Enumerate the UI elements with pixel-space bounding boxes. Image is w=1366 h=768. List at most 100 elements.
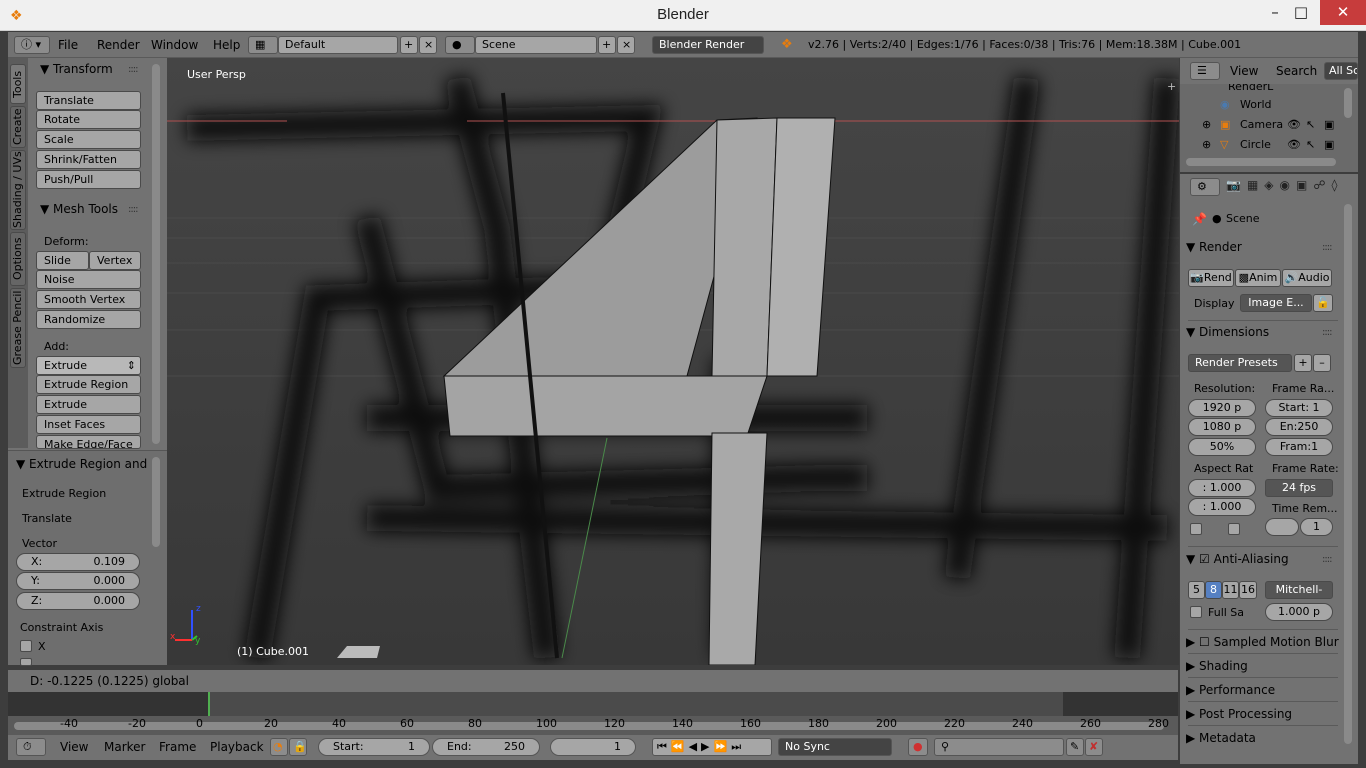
editor-type-outliner-icon[interactable]: ☰ xyxy=(1190,62,1220,80)
scene-icon[interactable]: ● xyxy=(445,36,475,54)
push-pull-button[interactable]: Push/Pull xyxy=(36,170,141,189)
resolution-x-field[interactable]: 1920 p xyxy=(1188,399,1256,417)
sampled-motion-blur-panel-header[interactable]: ▶ ☐ Sampled Motion Blur xyxy=(1186,635,1339,649)
layout-field[interactable]: Default xyxy=(278,36,398,54)
post-processing-panel-header[interactable]: ▶ Post Processing xyxy=(1186,707,1292,721)
render-animation-button[interactable]: ▩Anim xyxy=(1235,269,1281,287)
shrink-fatten-button[interactable]: Shrink/Fatten xyxy=(36,150,141,169)
tab-create[interactable]: Create xyxy=(10,106,26,148)
layout-remove-icon[interactable]: × xyxy=(419,36,437,54)
outliner-menu-view[interactable]: View xyxy=(1230,64,1258,78)
outliner-item-camera[interactable]: Camera xyxy=(1240,118,1283,131)
operator-panel-header[interactable]: ▼ Extrude Region and xyxy=(16,457,147,471)
tab-tools[interactable]: Tools xyxy=(10,64,26,104)
full-sample-checkbox[interactable] xyxy=(1190,606,1202,618)
remove-preset-icon[interactable]: – xyxy=(1313,354,1331,372)
start-frame-field[interactable]: Start: 1 xyxy=(318,738,430,756)
lock-interface-icon[interactable]: 🔓 xyxy=(1313,294,1333,312)
display-mode-select[interactable]: All Sc xyxy=(1324,62,1358,80)
drag-handle-icon[interactable]: :::: xyxy=(1322,554,1333,565)
outliner-item-renderlayers[interactable]: RenderL xyxy=(1228,84,1273,93)
keyframe-type-icon[interactable]: ◔ xyxy=(270,738,288,756)
resolution-percent-slider[interactable]: 50% xyxy=(1188,438,1256,456)
anti-aliasing-panel-header[interactable]: ▼ ☑ Anti-Aliasing xyxy=(1186,552,1289,566)
drag-handle-icon[interactable]: :::: xyxy=(1322,242,1333,253)
timeline-menu-playback[interactable]: Playback xyxy=(210,740,264,754)
properties-context-tabs[interactable]: 📷▦◈◉▣☍◊ xyxy=(1226,178,1358,198)
scale-button[interactable]: Scale xyxy=(36,130,141,149)
visibility-eye-icon[interactable]: 👁 xyxy=(1287,138,1301,151)
filter-size-field[interactable]: 1.000 p xyxy=(1265,603,1333,621)
maximize-button[interactable]: □ xyxy=(1286,0,1316,25)
insert-keyframe-icon[interactable]: ✎ xyxy=(1066,738,1084,756)
extrude-select[interactable]: Extrude ⇕ xyxy=(36,356,141,375)
layout-screen-icon[interactable]: ▦ xyxy=(248,36,278,54)
outliner-item-world[interactable]: World xyxy=(1240,98,1272,111)
time-remap-old-field[interactable] xyxy=(1265,518,1299,536)
sync-mode-select[interactable]: No Sync xyxy=(778,738,892,756)
editor-type-properties-icon[interactable]: ⚙ xyxy=(1190,178,1220,196)
constraint-x-checkbox[interactable] xyxy=(20,640,32,652)
current-frame-marker[interactable] xyxy=(208,692,210,716)
transform-panel-header[interactable]: ▼ Transform xyxy=(40,62,113,76)
menu-file[interactable]: File xyxy=(58,38,78,52)
metadata-panel-header[interactable]: ▶ Metadata xyxy=(1186,731,1256,745)
layout-add-icon[interactable]: + xyxy=(400,36,418,54)
current-frame-field[interactable]: 1 xyxy=(550,738,636,756)
aa-samples-8[interactable]: 8 xyxy=(1205,581,1222,599)
vector-y-field[interactable]: Y: 0.000 xyxy=(16,572,140,590)
outliner-menu-search[interactable]: Search xyxy=(1276,64,1317,78)
pin-icon[interactable]: 📌 xyxy=(1192,212,1207,226)
menu-help[interactable]: Help xyxy=(213,38,240,52)
make-edge-face-button[interactable]: Make Edge/Face xyxy=(36,435,141,449)
timeline-menu-view[interactable]: View xyxy=(60,740,88,754)
operator-scrollbar[interactable] xyxy=(152,457,160,547)
aa-samples-16[interactable]: 16 xyxy=(1239,581,1257,599)
smooth-vertex-button[interactable]: Smooth Vertex xyxy=(36,290,141,309)
end-frame-field[interactable]: End: 250 xyxy=(432,738,540,756)
renderable-camera-icon[interactable]: ▣ xyxy=(1324,138,1334,151)
time-remap-new-field[interactable]: 1 xyxy=(1300,518,1333,536)
drag-handle-icon[interactable]: :::: xyxy=(128,204,139,215)
expand-icon[interactable]: ⊕ xyxy=(1202,118,1211,131)
render-engine-select[interactable]: Blender Render xyxy=(652,36,764,54)
frame-end-field[interactable]: En:250 xyxy=(1265,418,1333,436)
vertex-slide-button[interactable]: Vertex xyxy=(89,251,141,270)
rotate-button[interactable]: Rotate xyxy=(36,110,141,129)
vector-x-field[interactable]: X: 0.109 xyxy=(16,553,140,571)
aa-filter-select[interactable]: Mitchell- xyxy=(1265,581,1333,599)
aa-samples-11[interactable]: 11 xyxy=(1222,581,1239,599)
editor-type-timeline-icon[interactable]: ⏱ xyxy=(16,738,46,756)
close-window-button[interactable]: ✕ xyxy=(1320,0,1366,25)
mesh-bottom-face[interactable] xyxy=(443,375,768,437)
timeline-scrollbar[interactable] xyxy=(14,722,1164,730)
timeline-menu-frame[interactable]: Frame xyxy=(159,740,196,754)
resolution-y-field[interactable]: 1080 p xyxy=(1188,418,1256,436)
record-icon[interactable]: ● xyxy=(908,738,928,756)
tab-shading-uvs[interactable]: Shading / UVs xyxy=(10,150,26,230)
aa-samples-5[interactable]: 5 xyxy=(1188,581,1205,599)
constraint-y-checkbox[interactable] xyxy=(20,658,32,666)
translate-button[interactable]: Translate xyxy=(36,91,141,110)
noise-button[interactable]: Noise xyxy=(36,270,141,289)
dimensions-panel-header[interactable]: ▼ Dimensions xyxy=(1186,325,1269,339)
viewport-expand-icon[interactable]: + xyxy=(1167,80,1176,93)
scene-field[interactable]: Scene xyxy=(475,36,597,54)
render-panel-header[interactable]: ▼ Render xyxy=(1186,240,1242,254)
inset-faces-button[interactable]: Inset Faces xyxy=(36,415,141,434)
slide-edge-button[interactable]: Slide Ed xyxy=(36,251,89,284)
scene-remove-icon[interactable]: × xyxy=(617,36,635,54)
properties-scrollbar[interactable] xyxy=(1344,204,1352,744)
menu-window[interactable]: Window xyxy=(151,38,198,52)
render-presets-select[interactable]: Render Presets xyxy=(1188,354,1292,372)
3d-viewport[interactable]: + User Persp (1) Cube.001 z x y xyxy=(167,58,1179,665)
randomize-button[interactable]: Randomize xyxy=(36,310,141,329)
expand-icon[interactable]: ⊕ xyxy=(1202,138,1211,151)
render-image-button[interactable]: 📷Rend xyxy=(1188,269,1234,287)
extrude-individual-button[interactable]: Extrude Individual xyxy=(36,395,141,428)
render-audio-button[interactable]: 🔊Audio xyxy=(1282,269,1332,287)
display-mode-select[interactable]: Image E... xyxy=(1240,294,1312,312)
visibility-eye-icon[interactable]: 👁 xyxy=(1287,118,1301,131)
timeline-menu-marker[interactable]: Marker xyxy=(104,740,145,754)
delete-keyframe-icon[interactable]: ✘ xyxy=(1085,738,1103,756)
